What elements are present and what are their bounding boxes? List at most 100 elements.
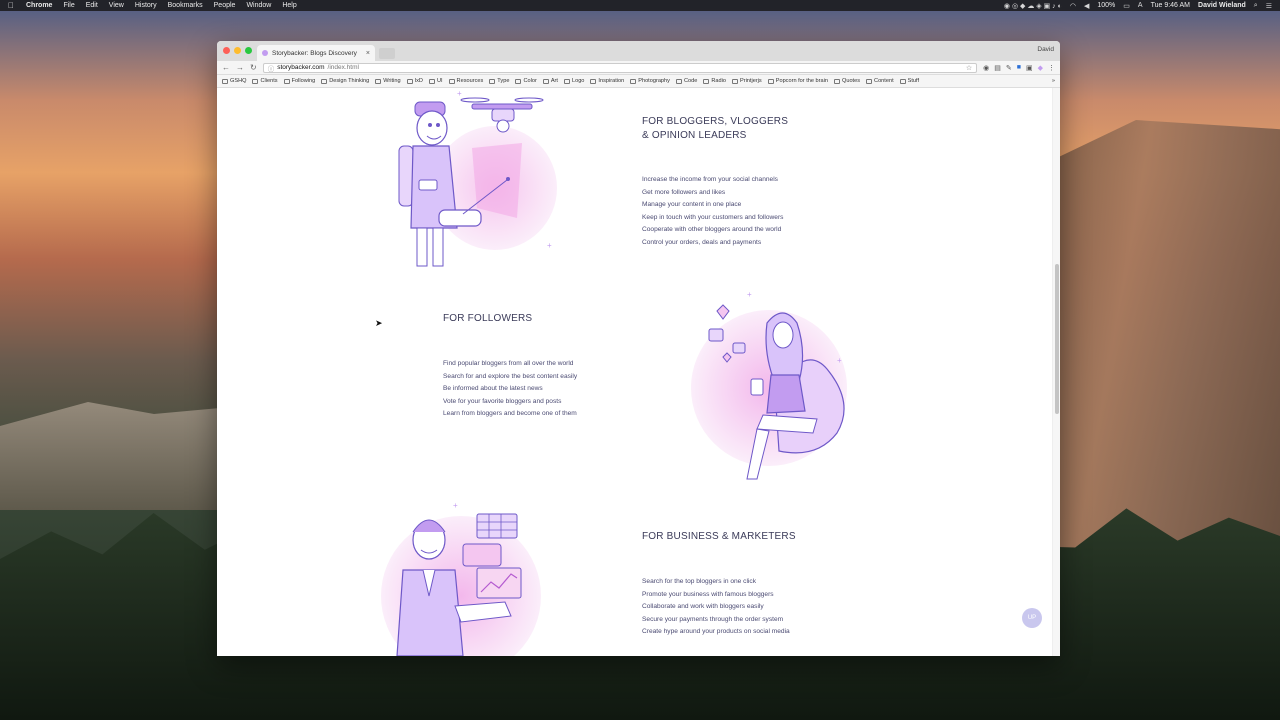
bookmark-inspiration[interactable]: Inspiration (590, 78, 624, 84)
bookmark-radio[interactable]: Radio (703, 78, 726, 84)
bookmark-color[interactable]: Color (515, 78, 537, 84)
bookmark-code[interactable]: Code (675, 78, 698, 84)
bookmark-ixd[interactable]: IxD (406, 78, 423, 84)
section-title-bloggers: FOR BLOGGERS, VLOGGERS & OPINION LEADERS (642, 116, 789, 141)
bookmark-logo[interactable]: Logo (563, 78, 584, 84)
bookmark-design-thinking[interactable]: Design Thinking (321, 78, 369, 84)
bookmark-art[interactable]: Art (542, 78, 558, 84)
menu-file[interactable]: File (63, 2, 74, 9)
list-item: Learn from bloggers and become one of th… (443, 410, 577, 417)
battery-icon: ▭ (1123, 2, 1130, 10)
apple-icon[interactable]:  (8, 1, 14, 10)
folder-icon (563, 78, 570, 84)
bookmark-star-icon[interactable]: ☆ (966, 64, 972, 72)
extension-icon[interactable]: ◆ (1038, 64, 1043, 72)
info-icon[interactable]: ⓘ (268, 63, 275, 73)
bookmark-photography[interactable]: Photography (630, 78, 670, 84)
menu-history[interactable]: History (135, 2, 157, 9)
folder-icon (703, 78, 710, 84)
folder-icon (283, 78, 290, 84)
bookmark-writing[interactable]: Writing (375, 78, 401, 84)
bookmark-type[interactable]: Type (489, 78, 509, 84)
menu-edit[interactable]: Edit (86, 2, 98, 9)
menu-view[interactable]: View (109, 2, 124, 9)
bookmarks-bar: GSHQ Clients Following Design Thinking Writi… (217, 75, 1060, 88)
extension-icon[interactable]: ▣ (1026, 64, 1033, 72)
bookmark-gshq[interactable]: GSHQ (222, 78, 246, 84)
list-item: Keep in touch with your customers and fo… (642, 213, 784, 221)
notification-center-icon[interactable]: ☰ (1266, 2, 1272, 10)
bookmark-label: Art (550, 78, 558, 84)
bookmark-resources[interactable]: Resources (448, 78, 483, 84)
tab-title: Storybacker: Blogs Discovery (272, 49, 357, 57)
bookmark-clients[interactable]: Clients (252, 78, 278, 84)
bookmark-label: Code (683, 78, 698, 84)
close-window-button[interactable] (223, 47, 230, 54)
bookmarks-overflow-icon[interactable]: » (1052, 78, 1055, 84)
menu-help[interactable]: Help (282, 2, 296, 9)
folder-icon (542, 78, 549, 84)
bookmark-ui[interactable]: UI (428, 78, 443, 84)
menu-window[interactable]: Window (246, 2, 271, 9)
maximize-window-button[interactable] (245, 47, 252, 54)
list-item: Be informed about the latest news (443, 385, 543, 392)
folder-icon (833, 78, 840, 84)
url-host: storybacker.com (277, 64, 325, 71)
bookmark-following[interactable]: Following (283, 78, 315, 84)
list-item: Secure your payments through the order s… (642, 615, 784, 623)
menu-people[interactable]: People (214, 2, 236, 9)
reload-icon[interactable]: ↻ (250, 63, 257, 72)
extension-icon[interactable]: ✎ (1006, 64, 1012, 72)
list-item: Control your orders, deals and payments (642, 238, 762, 246)
bookmark-label: Inspiration (598, 78, 625, 84)
desktop-rock (0, 402, 220, 510)
blogger-drone-illustration: + + (398, 89, 557, 267)
spotlight-icon[interactable]: ⌕ (1254, 2, 1258, 10)
window-controls (223, 47, 252, 54)
wifi-icon[interactable]: ◠ (1070, 2, 1076, 10)
chrome-menu-icon[interactable]: ⋮ (1048, 64, 1055, 72)
folder-icon (675, 78, 682, 84)
scroll-up-button[interactable]: UP (1022, 608, 1042, 628)
extension-icon[interactable]: ■ (1017, 64, 1021, 72)
menu-clock[interactable]: Tue 9:46 AM (1151, 2, 1190, 9)
forward-icon[interactable]: → (236, 63, 244, 72)
bookmark-label: Writing (383, 78, 401, 84)
feature-list-followers: Find popular bloggers from all over the … (443, 358, 577, 421)
tab-storybacker[interactable]: Storybacker: Blogs Discovery × (257, 45, 375, 61)
extension-icon[interactable]: ◉ (983, 64, 989, 72)
close-tab-icon[interactable]: × (366, 50, 370, 57)
back-icon[interactable]: ← (222, 63, 230, 72)
battery-percent[interactable]: 100% (1097, 2, 1115, 9)
bookmark-label: Popcorn for the brain (775, 78, 828, 84)
bookmark-content[interactable]: Content (866, 78, 894, 84)
folder-icon (375, 78, 382, 84)
input-source-icon[interactable]: A (1138, 2, 1143, 9)
menu-chrome[interactable]: Chrome (26, 2, 52, 9)
bookmark-quotes[interactable]: Quotes (833, 78, 860, 84)
status-icons[interactable]: ◉ ◎ ◆ ☁ ◈ ▣ ♪ ◐ (1004, 2, 1062, 10)
folder-icon (630, 78, 637, 84)
folder-icon (321, 78, 328, 84)
extension-icon[interactable]: ▤ (994, 64, 1001, 72)
scrollbar-thumb[interactable] (1055, 264, 1059, 414)
address-bar[interactable]: ⓘ storybacker.com/index.html ☆ (262, 62, 978, 73)
folder-icon (428, 78, 435, 84)
mac-menu-bar:  Chrome File Edit View History Bookmark… (0, 0, 1280, 11)
svg-text:+: + (747, 290, 752, 299)
menu-user[interactable]: David Wieland (1198, 2, 1246, 9)
bookmark-stuff[interactable]: Stuff (899, 78, 919, 84)
volume-icon[interactable]: ◀ (1084, 2, 1089, 10)
folder-icon (515, 78, 522, 84)
profile-button[interactable]: David (1037, 46, 1054, 53)
bookmark-popcorn-for-the-brain[interactable]: Popcorn for the brain (767, 78, 828, 84)
business-man-illustration: + (381, 501, 541, 656)
folder-icon (899, 78, 906, 84)
mouse-cursor-icon: ➤ (375, 318, 383, 328)
page-scrollbar[interactable] (1052, 88, 1060, 656)
minimize-window-button[interactable] (234, 47, 241, 54)
menu-bookmarks[interactable]: Bookmarks (168, 2, 203, 9)
new-tab-button[interactable] (379, 48, 395, 59)
bookmark-label: Content (874, 78, 894, 84)
bookmark-printjerjs[interactable]: Printjerjs (731, 78, 762, 84)
